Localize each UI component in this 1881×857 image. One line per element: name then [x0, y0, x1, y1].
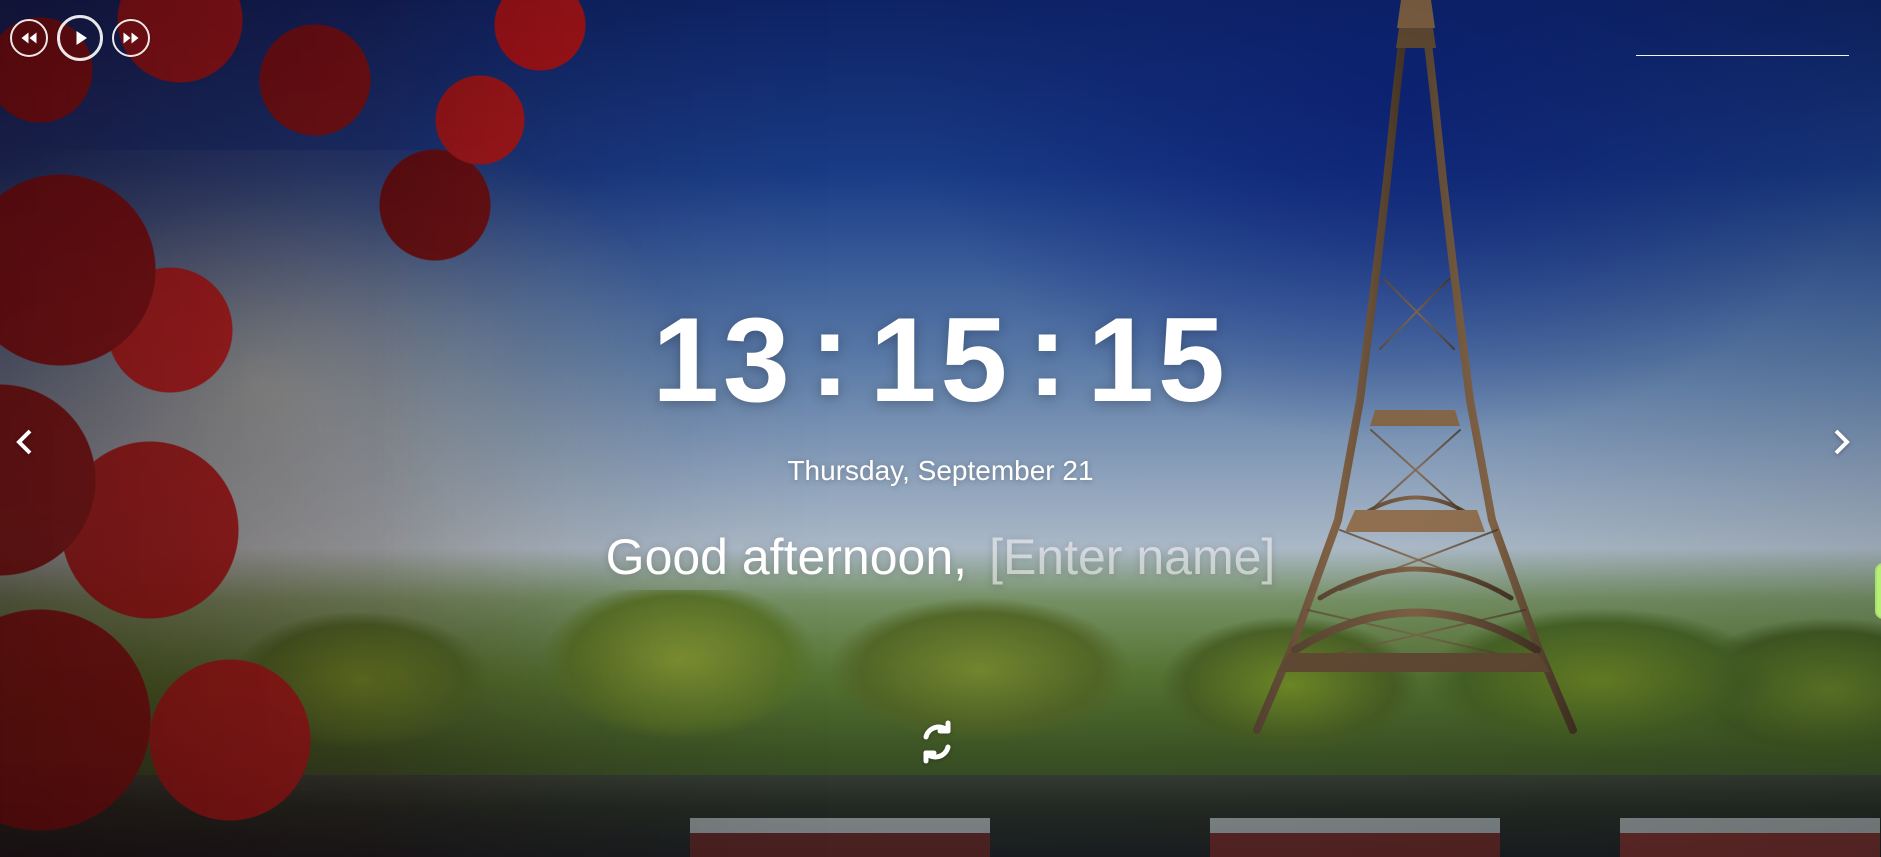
greeting-prefix: Good afternoon, [605, 529, 968, 585]
clock-separator: : [1027, 287, 1072, 421]
previous-button[interactable] [10, 19, 48, 57]
chevron-left-icon [16, 429, 32, 455]
red-leaves [0, 0, 910, 857]
name-placeholder[interactable]: [Enter name] [989, 532, 1275, 582]
previous-background-button[interactable] [8, 425, 42, 459]
refresh-icon [923, 720, 951, 764]
media-controls [10, 15, 150, 61]
fast-forward-icon [123, 32, 139, 44]
time-display: 13:15:15 [0, 294, 1881, 420]
greeting: Good afternoon, [Enter name] [0, 532, 1881, 582]
play-icon [76, 31, 87, 45]
side-panel-tab[interactable] [1875, 563, 1881, 619]
next-button[interactable] [112, 19, 150, 57]
chevron-right-icon [1834, 429, 1850, 455]
rewind-icon [21, 32, 37, 44]
clock: 13:15:15 [0, 294, 1881, 420]
clock-hour: 13 [652, 293, 794, 427]
top-right-divider [1636, 55, 1849, 56]
date-display: Thursday, September 21 [787, 455, 1094, 486]
next-background-button[interactable] [1824, 425, 1858, 459]
clock-minute: 15 [869, 293, 1012, 427]
new-tab-background: 13:15:15 Thursday, September 21 Good aft… [0, 0, 1881, 857]
clock-separator: : [809, 287, 854, 421]
clock-second: 15 [1087, 293, 1229, 427]
play-button[interactable] [57, 15, 103, 61]
refresh-background-button[interactable] [913, 718, 961, 766]
